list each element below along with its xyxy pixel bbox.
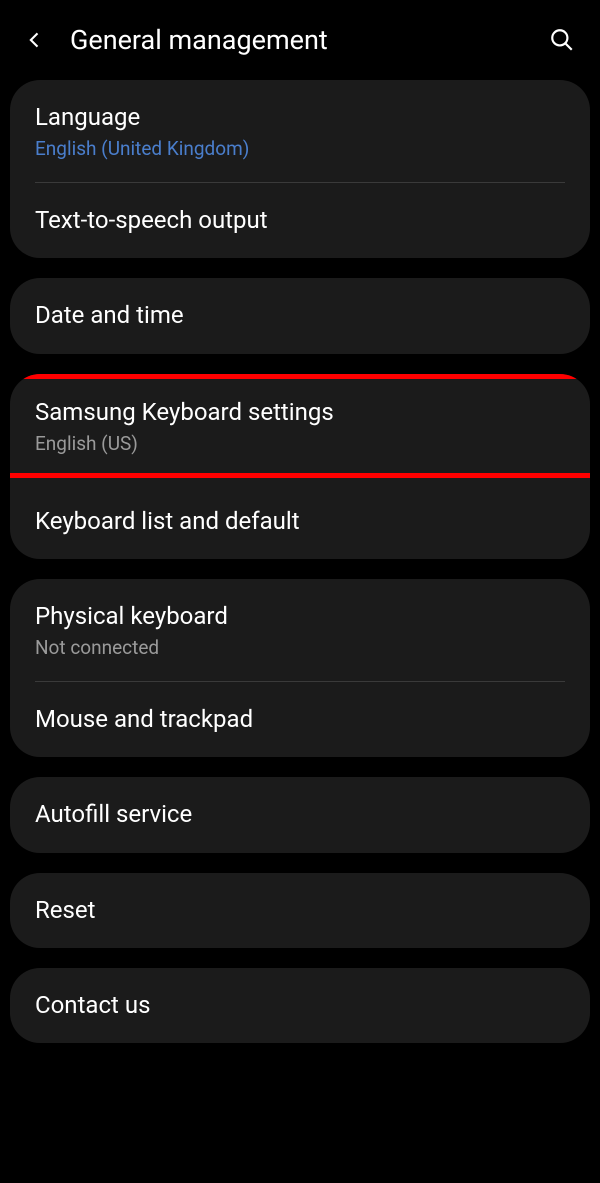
card-physical-group: Physical keyboard Not connected Mouse an… bbox=[10, 579, 590, 757]
item-keyboard-list[interactable]: Keyboard list and default bbox=[10, 478, 590, 559]
settings-content: Language English (United Kingdom) Text-t… bbox=[0, 80, 600, 1043]
back-icon[interactable] bbox=[25, 30, 45, 50]
item-title: Keyboard list and default bbox=[35, 506, 565, 537]
item-subtitle: English (US) bbox=[35, 432, 565, 455]
card-keyboard-group: Samsung Keyboard settings English (US) K… bbox=[10, 374, 590, 559]
item-subtitle: English (United Kingdom) bbox=[35, 137, 565, 160]
item-title: Physical keyboard bbox=[35, 601, 565, 632]
card-contact: Contact us bbox=[10, 968, 590, 1043]
search-icon[interactable] bbox=[549, 27, 575, 53]
highlight-box: Samsung Keyboard settings English (US) bbox=[10, 374, 590, 478]
card-date-time: Date and time bbox=[10, 278, 590, 353]
card-autofill: Autofill service bbox=[10, 777, 590, 852]
card-reset: Reset bbox=[10, 873, 590, 948]
item-autofill-service[interactable]: Autofill service bbox=[10, 777, 590, 852]
item-title: Samsung Keyboard settings bbox=[35, 397, 565, 428]
item-title: Contact us bbox=[35, 990, 565, 1021]
item-title: Mouse and trackpad bbox=[35, 704, 565, 735]
card-language-group: Language English (United Kingdom) Text-t… bbox=[10, 80, 590, 258]
item-text-to-speech[interactable]: Text-to-speech output bbox=[10, 183, 590, 258]
item-contact-us[interactable]: Contact us bbox=[10, 968, 590, 1043]
item-title: Autofill service bbox=[35, 799, 565, 830]
item-samsung-keyboard[interactable]: Samsung Keyboard settings English (US) bbox=[10, 379, 590, 473]
item-date-time[interactable]: Date and time bbox=[10, 278, 590, 353]
item-physical-keyboard[interactable]: Physical keyboard Not connected bbox=[10, 579, 590, 681]
item-title: Text-to-speech output bbox=[35, 205, 565, 236]
item-language[interactable]: Language English (United Kingdom) bbox=[10, 80, 590, 182]
item-reset[interactable]: Reset bbox=[10, 873, 590, 948]
item-subtitle: Not connected bbox=[35, 636, 565, 659]
header: General management bbox=[0, 0, 600, 80]
item-title: Reset bbox=[35, 895, 565, 926]
item-title: Language bbox=[35, 102, 565, 133]
page-title: General management bbox=[70, 24, 549, 56]
item-title: Date and time bbox=[35, 300, 565, 331]
item-mouse-trackpad[interactable]: Mouse and trackpad bbox=[10, 682, 590, 757]
